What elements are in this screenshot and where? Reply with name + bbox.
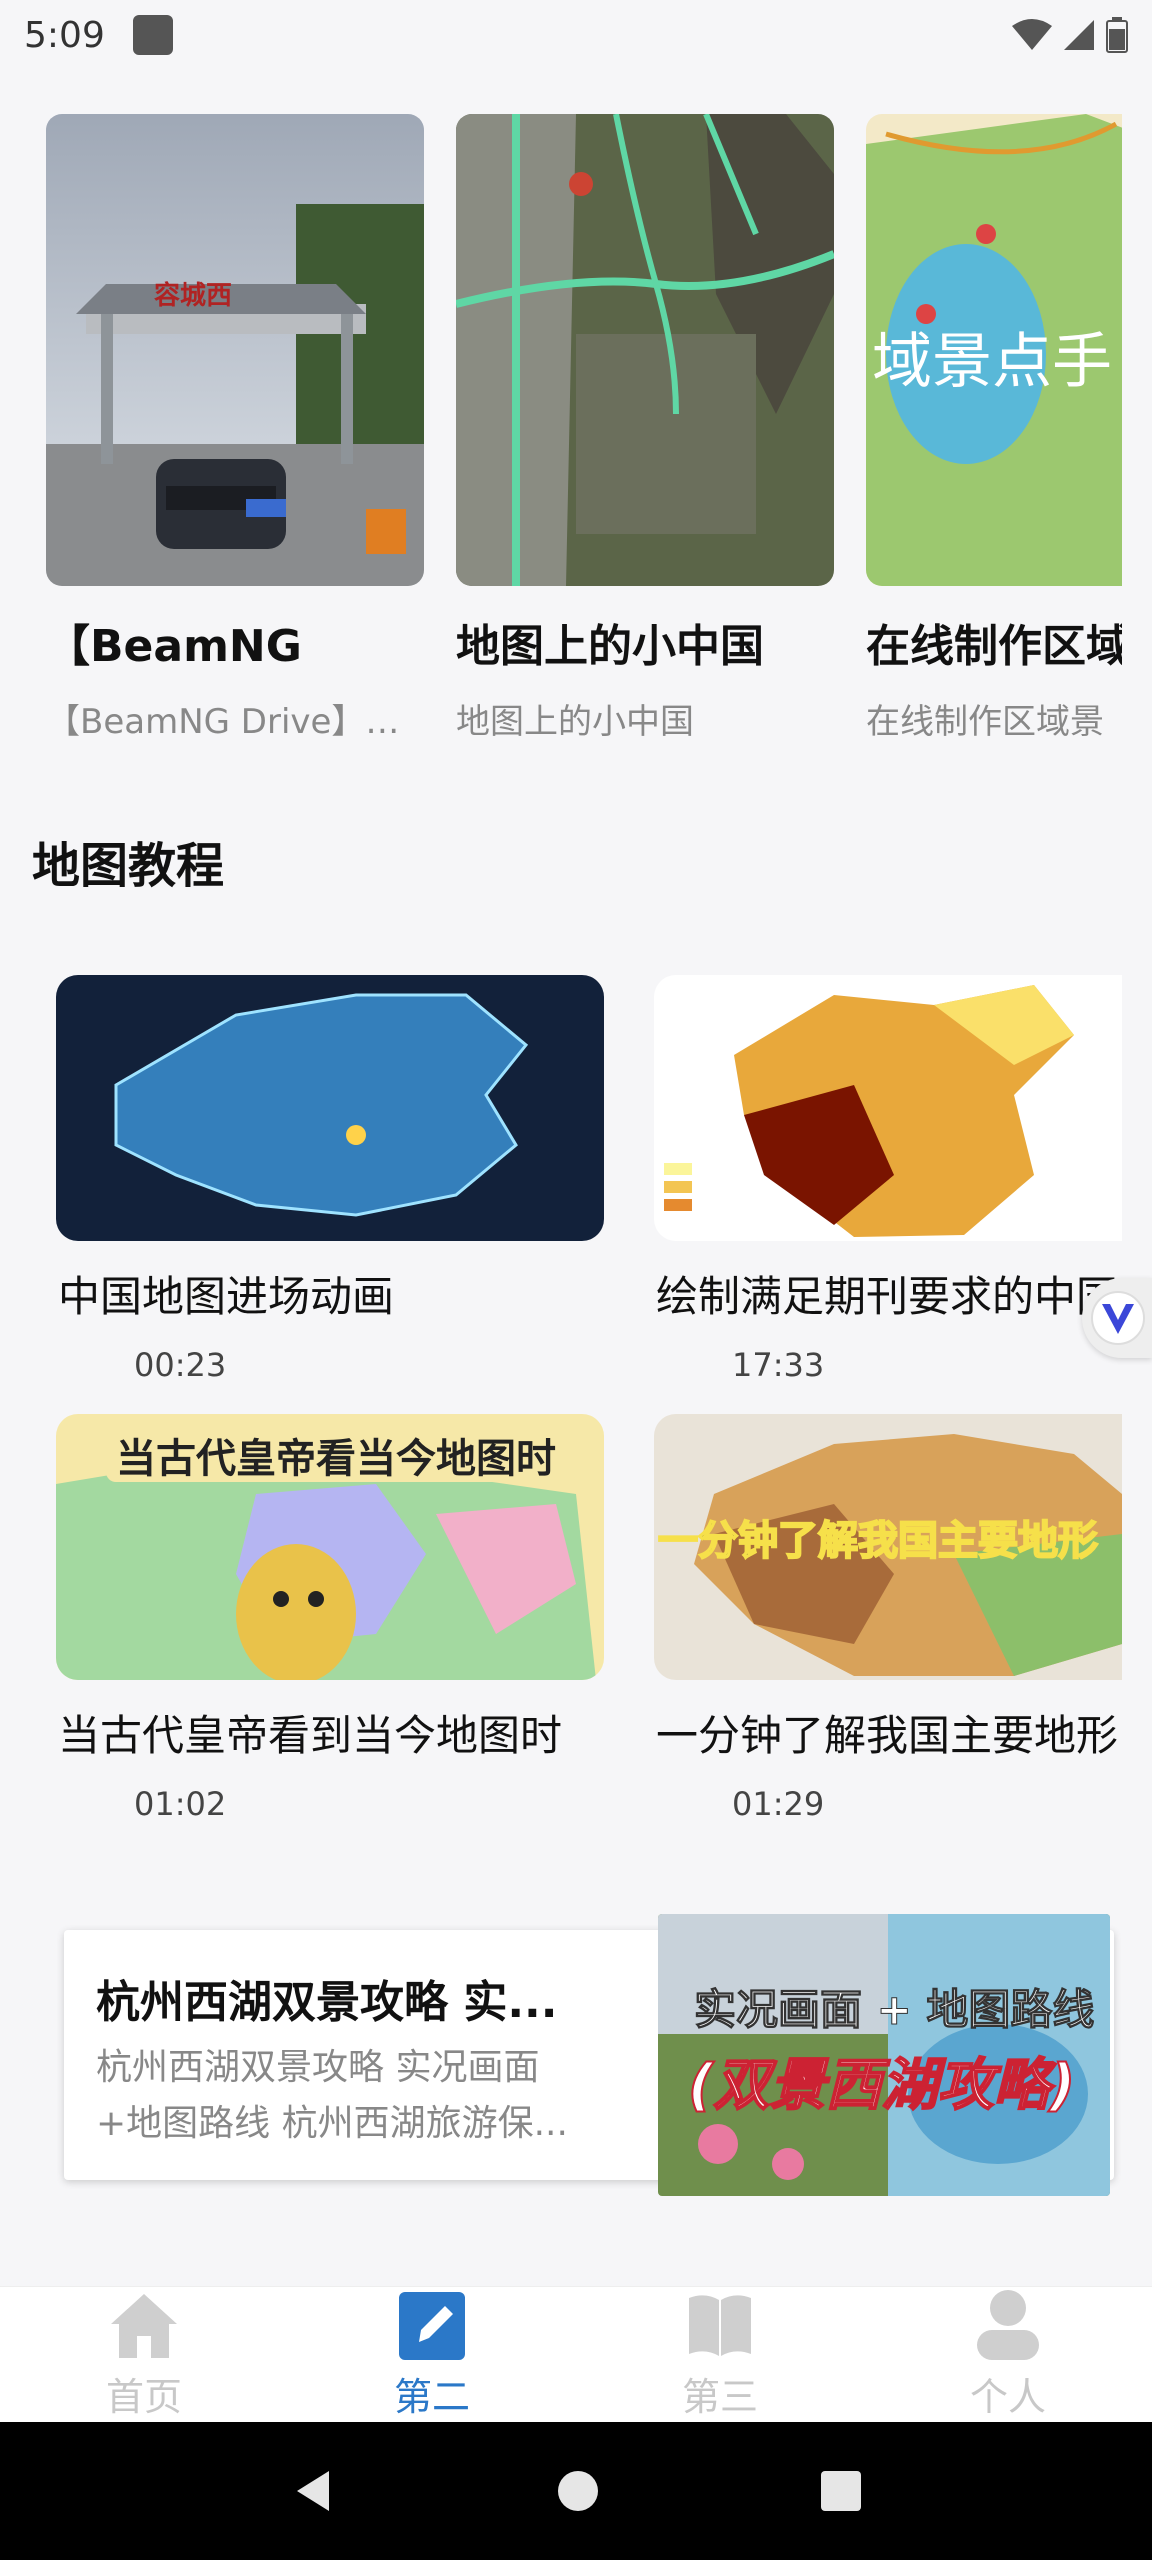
card-subtitle: 在线制作区域景 xyxy=(866,702,1104,742)
thumb-text: 当古代皇帝看当今地图时 xyxy=(116,1436,556,1482)
nav-item-home[interactable]: 首页 xyxy=(0,2287,288,2422)
video-duration: 00:23 xyxy=(134,1346,227,1384)
card-thumbnail[interactable]: 域景点手 xyxy=(866,114,1122,586)
video-duration: 01:02 xyxy=(134,1785,227,1823)
thumb-text: 实况画面 + 地图路线 xyxy=(694,1985,1094,2034)
nav-item-profile[interactable]: 个人 xyxy=(864,2287,1152,2422)
carousel-card[interactable]: 域景点手 在线制作区域 在线制作区域景 xyxy=(866,114,1122,743)
featured-description: 杭州西湖双景攻略 实况画面 +地图路线 杭州西湖旅游保... xyxy=(96,2040,656,2152)
person-icon xyxy=(977,2290,1039,2360)
video-title[interactable]: 中国地图进场动画 xyxy=(56,1263,604,1324)
carousel-card[interactable]: 地图上的小中国 地图上的小中国 xyxy=(456,114,834,743)
battery-icon xyxy=(1106,17,1128,53)
home-icon xyxy=(111,2294,177,2358)
video-title[interactable]: 一分钟了解我国主要地形 xyxy=(654,1702,1122,1763)
video-item[interactable]: 绘制满足期刊要求的中国 17:33 xyxy=(654,975,1122,1384)
card-subtitle: 【BeamNG Drive】… xyxy=(46,702,400,742)
featured-title[interactable]: 杭州西湖双景攻略 实... xyxy=(96,1966,656,2030)
card-title[interactable]: 【BeamNG xyxy=(46,610,424,674)
status-bar: 5:09 xyxy=(0,0,1152,70)
featured-desc-line: +地图路线 杭州西湖旅游保... xyxy=(96,2103,568,2144)
status-time: 5:09 xyxy=(24,14,105,56)
nav-item-third[interactable]: 第三 xyxy=(576,2287,864,2422)
video-thumbnail[interactable]: 当古代皇帝看当今地图时 xyxy=(56,1414,604,1680)
featured-desc-line: 杭州西湖双景攻略 实况画面 xyxy=(96,2047,540,2088)
section-title: 地图教程 xyxy=(32,838,225,894)
wifi-icon xyxy=(1012,19,1052,50)
video-duration: 01:29 xyxy=(732,1785,825,1823)
thumb-text: 域景点手 xyxy=(872,327,1112,397)
status-icons xyxy=(1012,17,1128,53)
home-button-icon[interactable] xyxy=(556,2469,600,2513)
back-icon[interactable] xyxy=(289,2467,337,2515)
nav-label: 个人 xyxy=(969,2375,1046,2419)
signal-icon xyxy=(1064,20,1094,50)
video-thumbnail[interactable] xyxy=(654,975,1122,1241)
video-item[interactable]: 一分钟了解我国主要地形 一分钟了解我国主要地形 01:29 xyxy=(654,1414,1122,1823)
book-icon xyxy=(689,2295,751,2356)
featured-thumbnail[interactable]: 实况画面 + 地图路线 (双景西湖攻略) xyxy=(658,1914,1110,2196)
notification-icon xyxy=(132,15,173,55)
top-carousel[interactable]: 容城西 【BeamNG 【BeamNG Drive】… 地图上的小中国 地图上的… xyxy=(46,114,1122,754)
nav-item-second[interactable]: 第二 xyxy=(288,2287,576,2422)
card-title[interactable]: 在线制作区域 xyxy=(866,610,1122,674)
thumb-text: (双景西湖攻略) xyxy=(688,2053,1075,2118)
carousel-card[interactable]: 容城西 【BeamNG 【BeamNG Drive】… xyxy=(46,114,424,743)
system-navigation-bar xyxy=(0,2422,1152,2560)
video-item[interactable]: 当古代皇帝看当今地图时 当古代皇帝看到当今地图时 01:02 xyxy=(56,1414,604,1823)
card-thumbnail[interactable]: 容城西 xyxy=(46,114,424,586)
nav-label: 第二 xyxy=(393,2375,470,2419)
video-title[interactable]: 当古代皇帝看到当今地图时 xyxy=(56,1702,604,1763)
video-duration: 17:33 xyxy=(732,1346,825,1384)
bottom-navigation: 首页 第二 第三 个人 xyxy=(0,2286,1152,2422)
video-thumbnail[interactable]: 一分钟了解我国主要地形 xyxy=(654,1414,1122,1680)
nav-label: 第三 xyxy=(681,2375,758,2419)
recents-icon[interactable] xyxy=(819,2469,863,2513)
card-subtitle: 地图上的小中国 xyxy=(456,702,694,742)
toll-sign: 容城西 xyxy=(154,280,232,311)
card-thumbnail[interactable] xyxy=(456,114,834,586)
v-logo-icon xyxy=(1091,1291,1145,1345)
nav-label: 首页 xyxy=(105,2375,182,2419)
thumb-text: 一分钟了解我国主要地形 xyxy=(658,1518,1098,1564)
video-thumbnail[interactable] xyxy=(56,975,604,1241)
edit-icon xyxy=(399,2292,465,2360)
video-item[interactable]: 中国地图进场动画 00:23 xyxy=(56,975,604,1384)
card-title[interactable]: 地图上的小中国 xyxy=(456,610,834,674)
floating-app-button[interactable] xyxy=(1082,1278,1152,1358)
video-title[interactable]: 绘制满足期刊要求的中国 xyxy=(654,1263,1122,1324)
